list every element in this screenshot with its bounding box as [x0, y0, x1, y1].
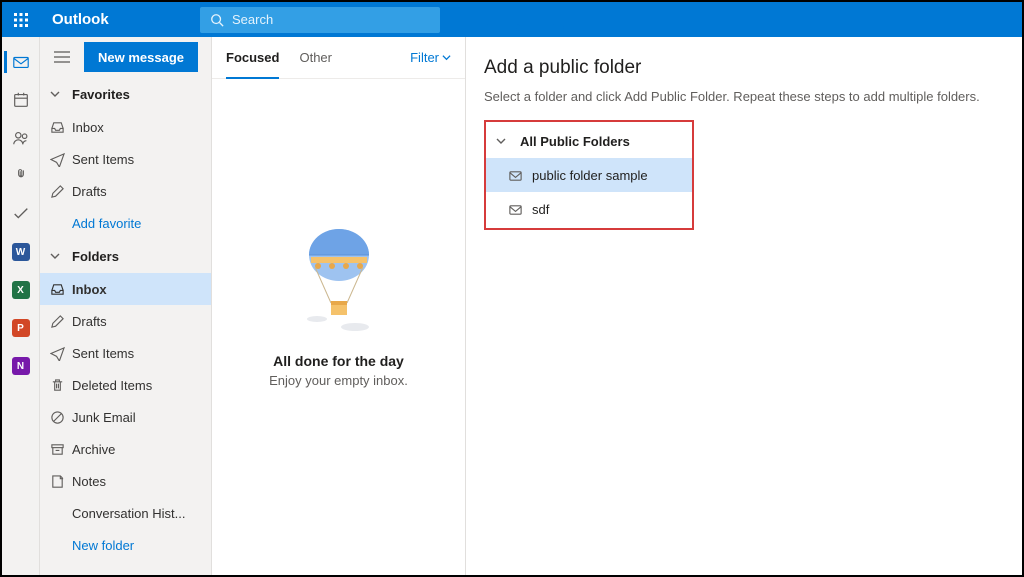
fav-drafts[interactable]: Drafts [40, 175, 211, 207]
balloon-illustration [297, 227, 381, 337]
folder-sidebar: New message Favorites Inbox Sent Items D… [40, 37, 212, 575]
chevron-down-icon [50, 251, 72, 261]
tray-icon [50, 120, 72, 135]
fav-sent[interactable]: Sent Items [40, 143, 211, 175]
search-input[interactable] [232, 12, 430, 27]
folder-junk[interactable]: Junk Email [40, 401, 211, 433]
public-folder-panel: Add Public Folder Add a public folder Se… [466, 37, 1022, 575]
public-folder-tree-highlight: All Public Folders public folder sample … [484, 120, 694, 230]
archive-icon [50, 442, 72, 457]
public-folder-item[interactable]: sdf [486, 192, 692, 226]
public-folder-item-label: sdf [532, 202, 549, 217]
message-tabs: Focused Other Filter [212, 37, 465, 79]
folder-archive[interactable]: Archive [40, 433, 211, 465]
chevron-down-icon [442, 53, 451, 62]
mail-icon [508, 202, 532, 217]
pencil-icon [50, 314, 72, 329]
public-folder-item-label: public folder sample [532, 168, 648, 183]
folders-label: Folders [72, 249, 119, 264]
folder-sent[interactable]: Sent Items [40, 337, 211, 369]
rail-calendar[interactable] [2, 81, 40, 119]
filter-label: Filter [410, 50, 439, 65]
public-folder-root[interactable]: All Public Folders [486, 124, 692, 158]
search-icon [210, 13, 224, 27]
rail-powerpoint[interactable]: P [2, 309, 40, 347]
nav-toggle-button[interactable] [48, 50, 76, 64]
folder-inbox[interactable]: Inbox [40, 273, 211, 305]
mail-icon [508, 168, 532, 183]
rail-todo[interactable] [2, 195, 40, 233]
app-rail: W X P N [2, 37, 40, 575]
excel-icon: X [12, 281, 30, 299]
favorites-section-header[interactable]: Favorites [40, 77, 211, 111]
nav-label: Drafts [72, 314, 107, 329]
pencil-icon [50, 184, 72, 199]
note-icon [50, 474, 72, 489]
nav-label: Inbox [72, 120, 104, 135]
nav-label: Notes [72, 474, 106, 489]
nav-label: Deleted Items [72, 378, 152, 393]
send-icon [50, 346, 72, 361]
brand-name: Outlook [40, 11, 200, 28]
empty-state: All done for the day Enjoy your empty in… [212, 79, 465, 575]
public-folder-item[interactable]: public folder sample [486, 158, 692, 192]
chevron-down-icon [496, 136, 520, 146]
add-favorite-link[interactable]: Add favorite [40, 207, 211, 239]
add-public-folder-link[interactable]: Add Public Folder [484, 19, 1022, 33]
rail-files[interactable] [2, 157, 40, 195]
fav-inbox[interactable]: Inbox [40, 111, 211, 143]
public-folder-root-label: All Public Folders [520, 134, 630, 149]
empty-subtext: Enjoy your empty inbox. [269, 373, 408, 388]
powerpoint-icon: P [12, 319, 30, 337]
rail-excel[interactable]: X [2, 271, 40, 309]
nav-label: Drafts [72, 184, 107, 199]
favorites-label: Favorites [72, 87, 130, 102]
nav-label: Inbox [72, 282, 107, 297]
nav-label: Archive [72, 442, 115, 457]
rail-mail[interactable] [2, 43, 40, 81]
nav-label: Sent Items [72, 152, 134, 167]
star-add-icon [484, 19, 498, 33]
folders-section-header[interactable]: Folders [40, 239, 211, 273]
rail-people[interactable] [2, 119, 40, 157]
folder-notes[interactable]: Notes [40, 465, 211, 497]
folder-conversation-history[interactable]: Conversation Hist... [40, 497, 211, 529]
new-message-button[interactable]: New message [84, 42, 198, 72]
nav-label: Sent Items [72, 346, 134, 361]
message-list-pane: Focused Other Filter [212, 37, 466, 575]
send-icon [50, 152, 72, 167]
nav-label: Conversation Hist... [72, 506, 185, 521]
search-bar[interactable] [200, 7, 440, 33]
filter-button[interactable]: Filter [410, 50, 451, 65]
new-folder-link[interactable]: New folder [40, 529, 211, 561]
rail-word[interactable]: W [2, 233, 40, 271]
tab-other[interactable]: Other [299, 37, 332, 79]
tray-full-icon [50, 282, 72, 297]
empty-headline: All done for the day [273, 353, 404, 369]
panel-title: Add a public folder [484, 57, 1022, 79]
folder-deleted[interactable]: Deleted Items [40, 369, 211, 401]
rail-onenote[interactable]: N [2, 347, 40, 385]
onenote-icon: N [12, 357, 30, 375]
nav-label: Junk Email [72, 410, 136, 425]
folder-drafts[interactable]: Drafts [40, 305, 211, 337]
trash-icon [50, 378, 72, 393]
app-launcher-button[interactable] [2, 2, 40, 37]
block-icon [50, 410, 72, 425]
add-public-folder-label: Add Public Folder [506, 19, 609, 34]
word-icon: W [12, 243, 30, 261]
panel-description: Select a folder and click Add Public Fol… [484, 89, 1022, 104]
chevron-down-icon [50, 89, 72, 99]
tab-focused[interactable]: Focused [226, 37, 279, 79]
